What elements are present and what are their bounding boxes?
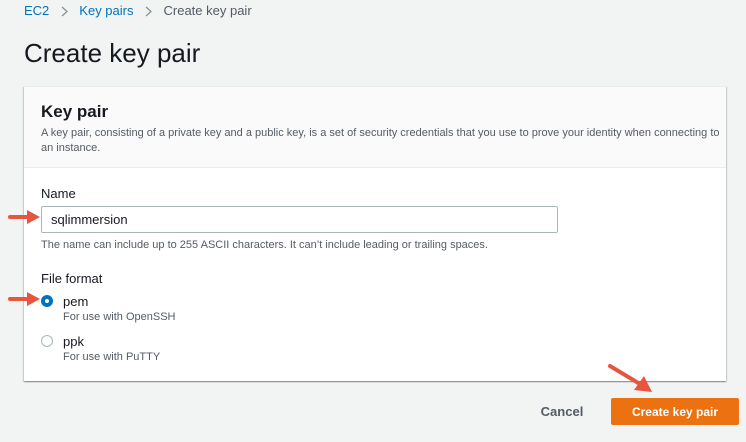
name-constraint-text: The name can include up to 255 ASCII cha… [41,239,488,251]
option-description: For use with PuTTY [63,351,161,363]
cancel-button[interactable]: Cancel [530,398,594,424]
panel-title: Key pair [41,102,109,121]
red-arrow-icon [8,292,40,306]
radio-unchecked-icon[interactable] [41,335,53,347]
page-title: Create key pair [24,38,201,68]
chevron-right-icon [134,3,164,18]
breadcrumb-key-pairs-link[interactable]: Key pairs [79,3,133,18]
key-pair-name-input[interactable] [41,206,558,233]
key-pair-panel: Key pair A key pair, consisting of a pri… [24,86,726,381]
panel-header: Key pair A key pair, consisting of a pri… [24,87,726,168]
breadcrumb-current-page: Create key pair [163,2,252,18]
red-arrow-icon [608,364,652,392]
radio-checked-icon[interactable] [41,295,53,307]
breadcrumb-ec2-link[interactable]: EC2 [24,3,49,18]
create-key-pair-button[interactable]: Create key pair [611,398,739,425]
red-arrow-icon [8,210,40,224]
panel-description: A key pair, consisting of a private key … [41,127,720,154]
option-label: pem [63,294,89,309]
option-description: For use with OpenSSH [63,311,176,323]
name-label: Name [41,186,76,201]
chevron-right-icon [49,3,79,18]
breadcrumb: EC2 Key pairs Create key pair [24,1,252,19]
option-label: ppk [63,334,84,349]
file-format-label: File format [41,271,103,286]
